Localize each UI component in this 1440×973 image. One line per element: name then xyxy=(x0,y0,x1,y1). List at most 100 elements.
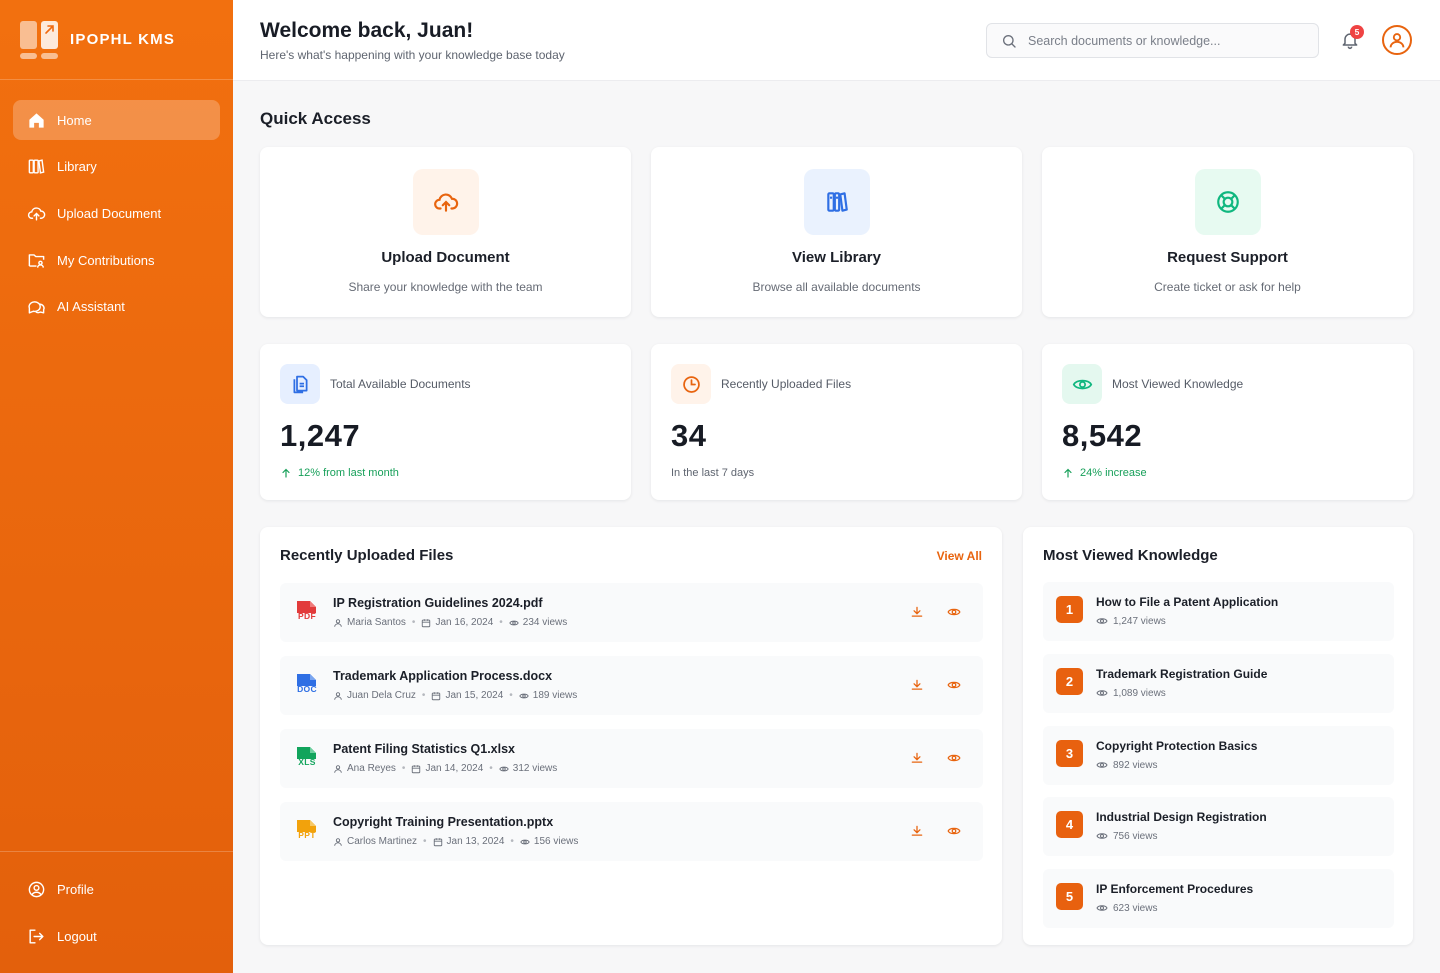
knowledge-views: 1,089 views xyxy=(1096,687,1166,699)
file-views: 189 views xyxy=(532,690,578,701)
stat-card-most-viewed: Most Viewed Knowledge 8,542 24% increase xyxy=(1042,344,1413,500)
file-date: Jan 13, 2024 xyxy=(446,836,505,847)
quick-access-library-card[interactable]: View Library Browse all available docume… xyxy=(651,147,1022,317)
file-type-badge: DOC xyxy=(297,684,317,694)
preview-button[interactable] xyxy=(940,671,968,699)
file-row[interactable]: DOC Trademark Application Process.docx J… xyxy=(280,656,983,715)
calendar-icon xyxy=(433,837,442,846)
sidebar-item-label: Library xyxy=(57,159,97,175)
eye-icon xyxy=(1096,833,1108,839)
stat-label: Most Viewed Knowledge xyxy=(1112,377,1244,391)
file-views: 312 views xyxy=(512,763,558,774)
download-button[interactable] xyxy=(903,817,931,845)
sidebar-item-contributions[interactable]: My Contributions xyxy=(13,240,220,280)
sidebar-item-logout[interactable]: Logout xyxy=(13,916,220,956)
stat-trend-text: 12% from last month xyxy=(298,467,399,479)
file-row[interactable]: XLS Patent Filing Statistics Q1.xlsx Ana… xyxy=(280,729,983,788)
brand[interactable]: IPOPHL KMS xyxy=(0,0,233,80)
sidebar-item-label: Profile xyxy=(57,882,94,898)
download-icon xyxy=(911,679,923,690)
document-icon xyxy=(293,375,307,393)
sidebar-item-library[interactable]: Library xyxy=(13,147,220,187)
quick-access-support-card[interactable]: Request Support Create ticket or ask for… xyxy=(1042,147,1413,317)
sidebar-bottom: Profile Logout xyxy=(0,850,233,973)
download-icon xyxy=(911,752,923,763)
eye-icon xyxy=(519,693,529,698)
preview-button[interactable] xyxy=(940,598,968,626)
knowledge-title: Trademark Registration Guide xyxy=(1096,667,1268,681)
quick-access-upload-card[interactable]: Upload Document Share your knowledge wit… xyxy=(260,147,631,317)
sidebar-item-home[interactable]: Home xyxy=(13,100,220,140)
stat-value: 1,247 xyxy=(280,418,361,453)
sidebar-item-profile[interactable]: Profile xyxy=(13,870,220,910)
preview-button[interactable] xyxy=(940,817,968,845)
stat-trend: In the last 7 days xyxy=(671,467,754,479)
separator-dot: • xyxy=(411,617,416,628)
separator-dot: • xyxy=(423,836,427,847)
file-date: Jan 16, 2024 xyxy=(435,617,494,628)
stat-icon-wrap xyxy=(280,364,320,404)
rank-badge: 3 xyxy=(1056,740,1083,767)
knowledge-item[interactable]: 5 IP Enforcement Procedures 623 views xyxy=(1043,869,1394,928)
most-viewed-title: Most Viewed Knowledge xyxy=(1043,547,1218,564)
stat-value: 8,542 xyxy=(1062,418,1143,453)
home-icon xyxy=(29,112,44,128)
qa-card-title: View Library xyxy=(792,249,881,266)
file-name: Patent Filing Statistics Q1.xlsx xyxy=(333,742,516,756)
file-name: Trademark Application Process.docx xyxy=(333,669,553,683)
eye-icon xyxy=(1072,379,1092,389)
recent-files-panel: Recently Uploaded Files View All PDF IP … xyxy=(260,527,1002,945)
knowledge-views: 1,247 views xyxy=(1096,615,1166,627)
file-author: Ana Reyes xyxy=(347,763,396,774)
qa-icon-wrap xyxy=(412,169,479,235)
knowledge-item[interactable]: 3 Copyright Protection Basics 892 views xyxy=(1043,726,1394,785)
file-row[interactable]: PDF IP Registration Guidelines 2024.pdf … xyxy=(280,583,983,642)
top-header: Welcome back, Juan! Here's what's happen… xyxy=(233,0,1440,81)
download-button[interactable] xyxy=(903,598,931,626)
file-row[interactable]: PPT Copyright Training Presentation.pptx… xyxy=(280,802,983,861)
view-all-link[interactable]: View All xyxy=(937,549,982,563)
stat-card-recent-uploads: Recently Uploaded Files 34 In the last 7… xyxy=(651,344,1022,500)
stat-value: 34 xyxy=(671,418,707,453)
avatar[interactable] xyxy=(1382,25,1412,55)
download-button[interactable] xyxy=(903,744,931,772)
eye-icon xyxy=(947,681,961,689)
eye-icon xyxy=(520,839,530,844)
knowledge-views: 623 views xyxy=(1096,902,1157,914)
sidebar-item-upload[interactable]: Upload Document xyxy=(13,193,220,233)
separator-dot: • xyxy=(401,763,406,774)
download-icon xyxy=(911,825,923,836)
brand-logo-icon xyxy=(20,20,58,59)
sidebar-item-label: Home xyxy=(57,112,92,128)
views-count: 1,089 views xyxy=(1113,687,1166,699)
knowledge-item[interactable]: 2 Trademark Registration Guide 1,089 vie… xyxy=(1043,654,1394,713)
stat-label: Recently Uploaded Files xyxy=(721,377,852,391)
file-type-badge: PPT xyxy=(298,830,316,840)
file-date: Jan 14, 2024 xyxy=(425,763,484,774)
calendar-icon xyxy=(422,618,431,627)
file-meta: Carlos Martinez • Jan 13, 2024 • 156 vie… xyxy=(333,836,578,847)
download-button[interactable] xyxy=(903,671,931,699)
search-input[interactable] xyxy=(1028,33,1298,48)
file-date: Jan 15, 2024 xyxy=(445,690,504,701)
eye-icon xyxy=(1096,905,1108,911)
library-icon xyxy=(28,159,45,174)
knowledge-title: Copyright Protection Basics xyxy=(1096,739,1258,753)
knowledge-item[interactable]: 4 Industrial Design Registration 756 vie… xyxy=(1043,797,1394,856)
preview-button[interactable] xyxy=(940,744,968,772)
file-author: Juan Dela Cruz xyxy=(347,690,416,701)
stat-head: Total Available Documents xyxy=(280,364,471,404)
sidebar-item-label: Upload Document xyxy=(57,205,162,221)
knowledge-item[interactable]: 1 How to File a Patent Application 1,247… xyxy=(1043,582,1394,641)
sidebar-item-ai-assistant[interactable]: AI Assistant xyxy=(13,287,220,327)
stat-trend-text: 24% increase xyxy=(1080,467,1147,479)
file-meta: Juan Dela Cruz • Jan 15, 2024 • 189 view… xyxy=(333,690,577,701)
views-count: 756 views xyxy=(1113,830,1158,842)
stat-trend-text: In the last 7 days xyxy=(671,467,755,479)
user-avatar-icon xyxy=(1389,33,1405,48)
file-meta: Maria Santos • Jan 16, 2024 • 234 views xyxy=(333,617,567,628)
eye-icon xyxy=(1096,762,1108,768)
separator-dot: • xyxy=(510,836,514,847)
search-box[interactable] xyxy=(986,23,1319,58)
calendar-icon xyxy=(412,764,421,773)
